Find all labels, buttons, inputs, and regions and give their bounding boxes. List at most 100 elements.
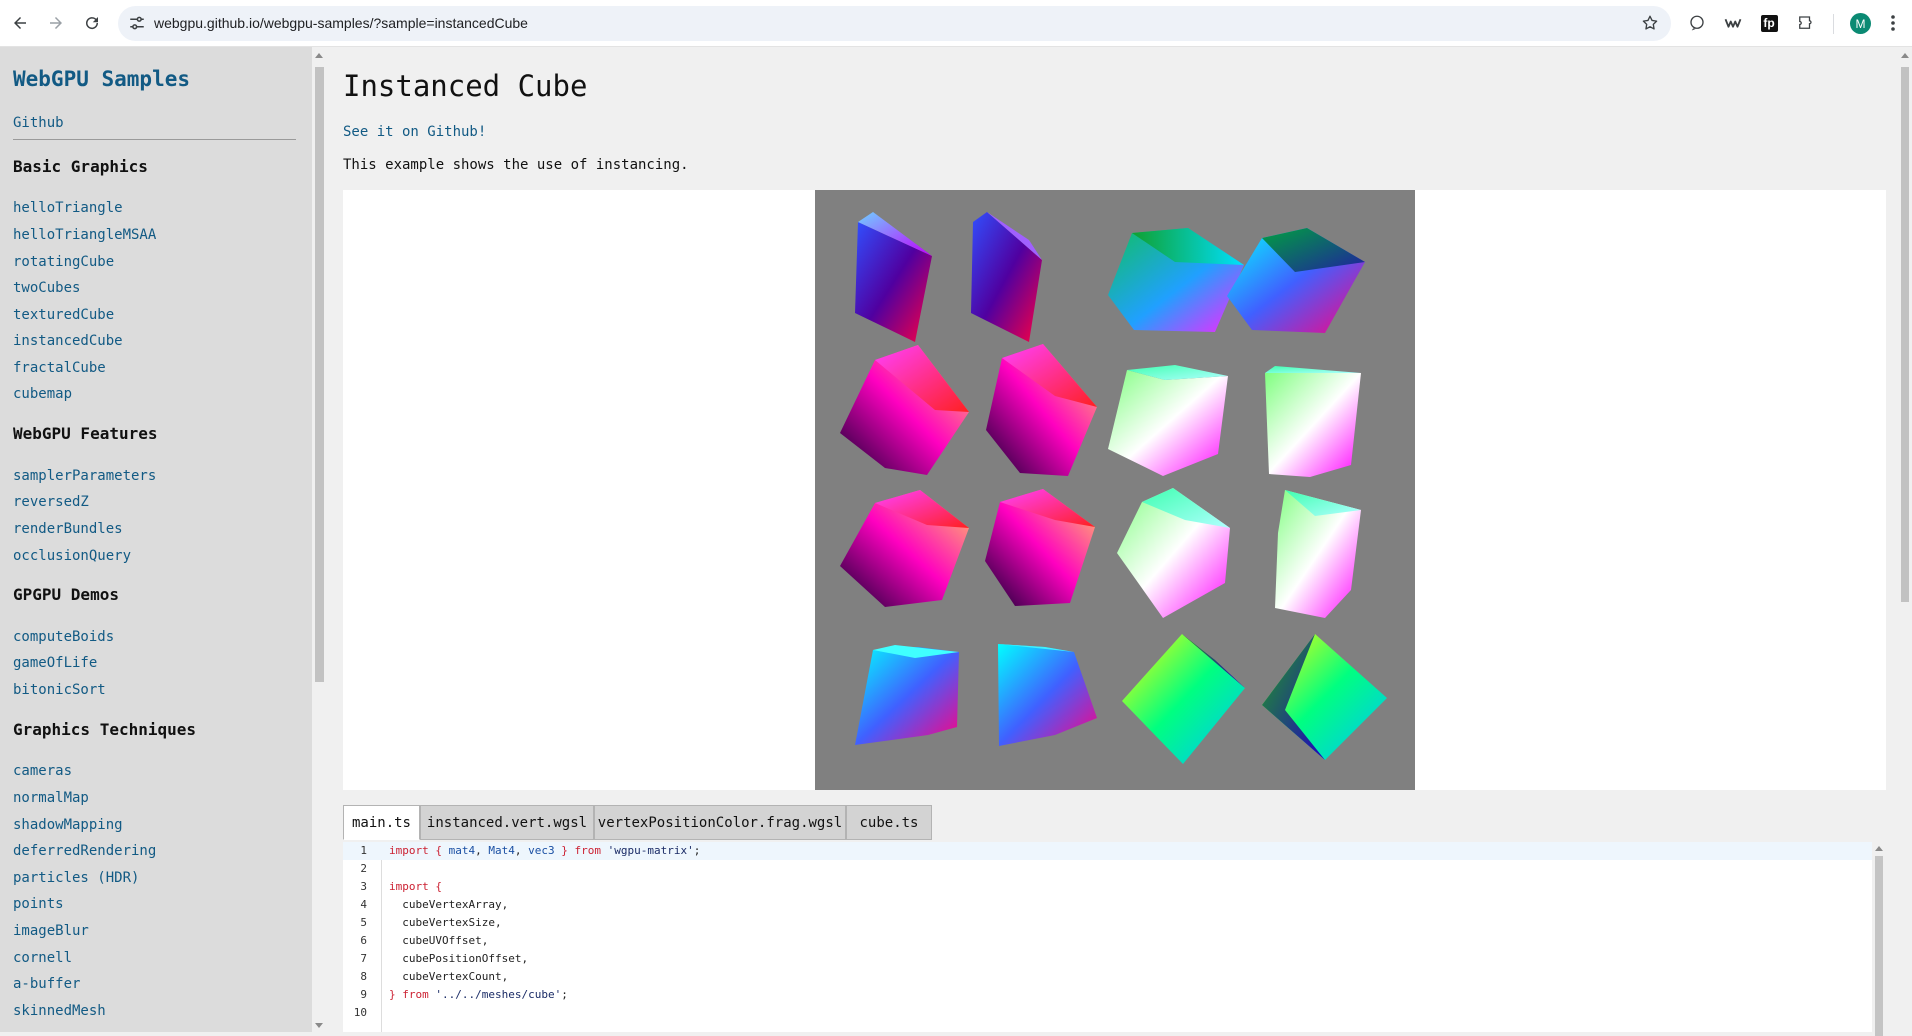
toolbar-divider [1833, 14, 1834, 34]
tab-main-ts[interactable]: main.ts [343, 805, 420, 840]
browser-menu-button[interactable] [1883, 10, 1903, 36]
sidebar-item-cornell[interactable]: cornell [13, 950, 72, 966]
extension-chat-button[interactable] [1683, 9, 1711, 37]
code-text: import { mat4, Mat4, vec3 } from 'wgpu-m… [389, 844, 701, 857]
scroll-up-arrow-icon[interactable] [1901, 53, 1909, 58]
code-text: cubeVertexArray, [389, 898, 509, 911]
code-line[interactable]: 3 import { [343, 878, 1872, 896]
sidebar-item-cameras[interactable]: cameras [13, 763, 72, 779]
browser-toolbar: webgpu.github.io/webgpu-samples/?sample=… [0, 0, 1912, 47]
forward-button[interactable] [41, 8, 71, 38]
sidebar-item-skinnedmesh[interactable]: skinnedMesh [13, 1003, 106, 1019]
code-line[interactable]: 2 [343, 860, 1872, 878]
sidebar-item-renderbundles[interactable]: renderBundles [13, 521, 123, 537]
code-text: cubeVertexCount, [389, 970, 509, 983]
sidebar-item-hellotriangle[interactable]: helloTriangle [13, 200, 123, 216]
fp-logo-icon: fp [1760, 14, 1778, 32]
code-line[interactable]: 4 cubeVertexArray, [343, 896, 1872, 914]
address-bar[interactable]: webgpu.github.io/webgpu-samples/?sample=… [118, 6, 1671, 41]
code-scroll-thumb[interactable] [1875, 856, 1883, 1036]
instanced-cubes-render [840, 212, 1387, 764]
sidebar: WebGPU Samples Github Basic Graphics hel… [0, 47, 312, 1032]
puzzle-icon [1799, 16, 1812, 29]
line-number: 6 [360, 934, 367, 947]
line-number: 7 [360, 952, 367, 965]
sidebar-item-hellotrianglemsaa[interactable]: helloTriangleMSAA [13, 227, 156, 243]
github-link[interactable]: Github [13, 115, 64, 131]
sidebar-item-occlusionquery[interactable]: occlusionQuery [13, 548, 131, 564]
code-text: } from '../../meshes/cube'; [389, 988, 568, 1001]
sidebar-item-texturedcube[interactable]: texturedCube [13, 307, 114, 323]
section-heading-basic-graphics: Basic Graphics [13, 157, 148, 176]
see-on-github-link[interactable]: See it on Github! [343, 124, 486, 140]
arrow-left-icon [14, 17, 26, 29]
extension-w-button[interactable] [1719, 9, 1747, 37]
sidebar-scrollbar[interactable] [312, 47, 327, 1032]
sidebar-scroll-thumb[interactable] [315, 67, 324, 682]
reload-icon [86, 17, 99, 30]
line-number: 5 [360, 916, 367, 929]
code-line[interactable]: 8 cubeVertexCount, [343, 968, 1872, 986]
sidebar-item-rotatingcube[interactable]: rotatingCube [13, 254, 114, 270]
sidebar-item-imageblur[interactable]: imageBlur [13, 923, 89, 939]
line-number: 10 [353, 1006, 367, 1019]
extension-fp-button[interactable]: fp [1755, 9, 1783, 37]
sidebar-item-samplerparameters[interactable]: samplerParameters [13, 468, 156, 484]
code-line[interactable]: 1 import { mat4, Mat4, vec3 } from 'wgpu… [343, 842, 1872, 860]
sidebar-item-points[interactable]: points [13, 896, 64, 912]
reload-button[interactable] [77, 8, 107, 38]
sidebar-item-cubemap[interactable]: cubemap [13, 386, 72, 402]
sidebar-item-gameoflife[interactable]: gameOfLife [13, 655, 97, 671]
site-settings-icon[interactable] [128, 14, 146, 32]
tab-vertexpositioncolor-frag-wgsl[interactable]: vertexPositionColor.frag.wgsl [594, 805, 846, 840]
tab-cube-ts[interactable]: cube.ts [846, 805, 932, 840]
kebab-menu-icon [1891, 15, 1895, 31]
code-line[interactable]: 9 } from '../../meshes/cube'; [343, 986, 1872, 1004]
page-scrollbar[interactable] [1897, 47, 1912, 1032]
sidebar-item-shadowmapping[interactable]: shadowMapping [13, 817, 123, 833]
code-scrollbar[interactable] [1872, 842, 1886, 1036]
scroll-down-arrow-icon[interactable] [315, 1023, 323, 1028]
code-text: import { [389, 880, 442, 893]
sidebar-item-reversedz[interactable]: reversedZ [13, 494, 89, 510]
line-number: 2 [360, 862, 367, 875]
page-scroll-thumb[interactable] [1901, 67, 1909, 602]
sample-description: This example shows the use of instancing… [343, 157, 689, 173]
code-text: cubePositionOffset, [389, 952, 529, 965]
canvas-container [343, 190, 1886, 790]
sidebar-item-a-buffer[interactable]: a-buffer [13, 976, 80, 992]
line-number: 9 [360, 988, 367, 1001]
bookmark-star-icon[interactable] [1641, 14, 1659, 32]
code-editor[interactable]: 1 import { mat4, Mat4, vec3 } from 'wgpu… [343, 842, 1872, 1032]
sidebar-item-instancedcube[interactable]: instancedCube [13, 333, 123, 349]
section-heading-webgpu-features: WebGPU Features [13, 424, 158, 443]
profile-avatar[interactable]: M [1850, 13, 1871, 34]
scroll-up-arrow-icon[interactable] [1875, 846, 1883, 851]
sidebar-item-deferredrendering[interactable]: deferredRendering [13, 843, 156, 859]
sidebar-item-computeboids[interactable]: computeBoids [13, 629, 114, 645]
chat-bubble-icon [1690, 15, 1704, 31]
code-line[interactable]: 7 cubePositionOffset, [343, 950, 1872, 968]
code-text: cubeVertexSize, [389, 916, 502, 929]
section-heading-graphics-techniques: Graphics Techniques [13, 720, 197, 739]
url-text[interactable]: webgpu.github.io/webgpu-samples/?sample=… [154, 6, 528, 41]
sidebar-item-twocubes[interactable]: twoCubes [13, 280, 80, 296]
tab-instanced-vert-wgsl[interactable]: instanced.vert.wgsl [420, 805, 594, 840]
sidebar-item-fractalcube[interactable]: fractalCube [13, 360, 106, 376]
scroll-up-arrow-icon[interactable] [315, 53, 323, 58]
line-number: 3 [360, 880, 367, 893]
sidebar-item-particles-hdr[interactable]: particles (HDR) [13, 870, 139, 886]
sidebar-item-bitonicsort[interactable]: bitonicSort [13, 682, 106, 698]
w-logo-icon [1724, 18, 1742, 28]
site-title[interactable]: WebGPU Samples [13, 67, 190, 91]
line-number: 4 [360, 898, 367, 911]
extensions-button[interactable] [1791, 9, 1819, 37]
sidebar-item-normalmap[interactable]: normalMap [13, 790, 89, 806]
code-line[interactable]: 10 [343, 1004, 1872, 1022]
webgpu-canvas[interactable] [815, 190, 1415, 790]
code-line[interactable]: 6 cubeUVOffset, [343, 932, 1872, 950]
code-line[interactable]: 5 cubeVertexSize, [343, 914, 1872, 932]
arrow-right-icon [50, 17, 62, 29]
line-number: 8 [360, 970, 367, 983]
back-button[interactable] [5, 8, 35, 38]
